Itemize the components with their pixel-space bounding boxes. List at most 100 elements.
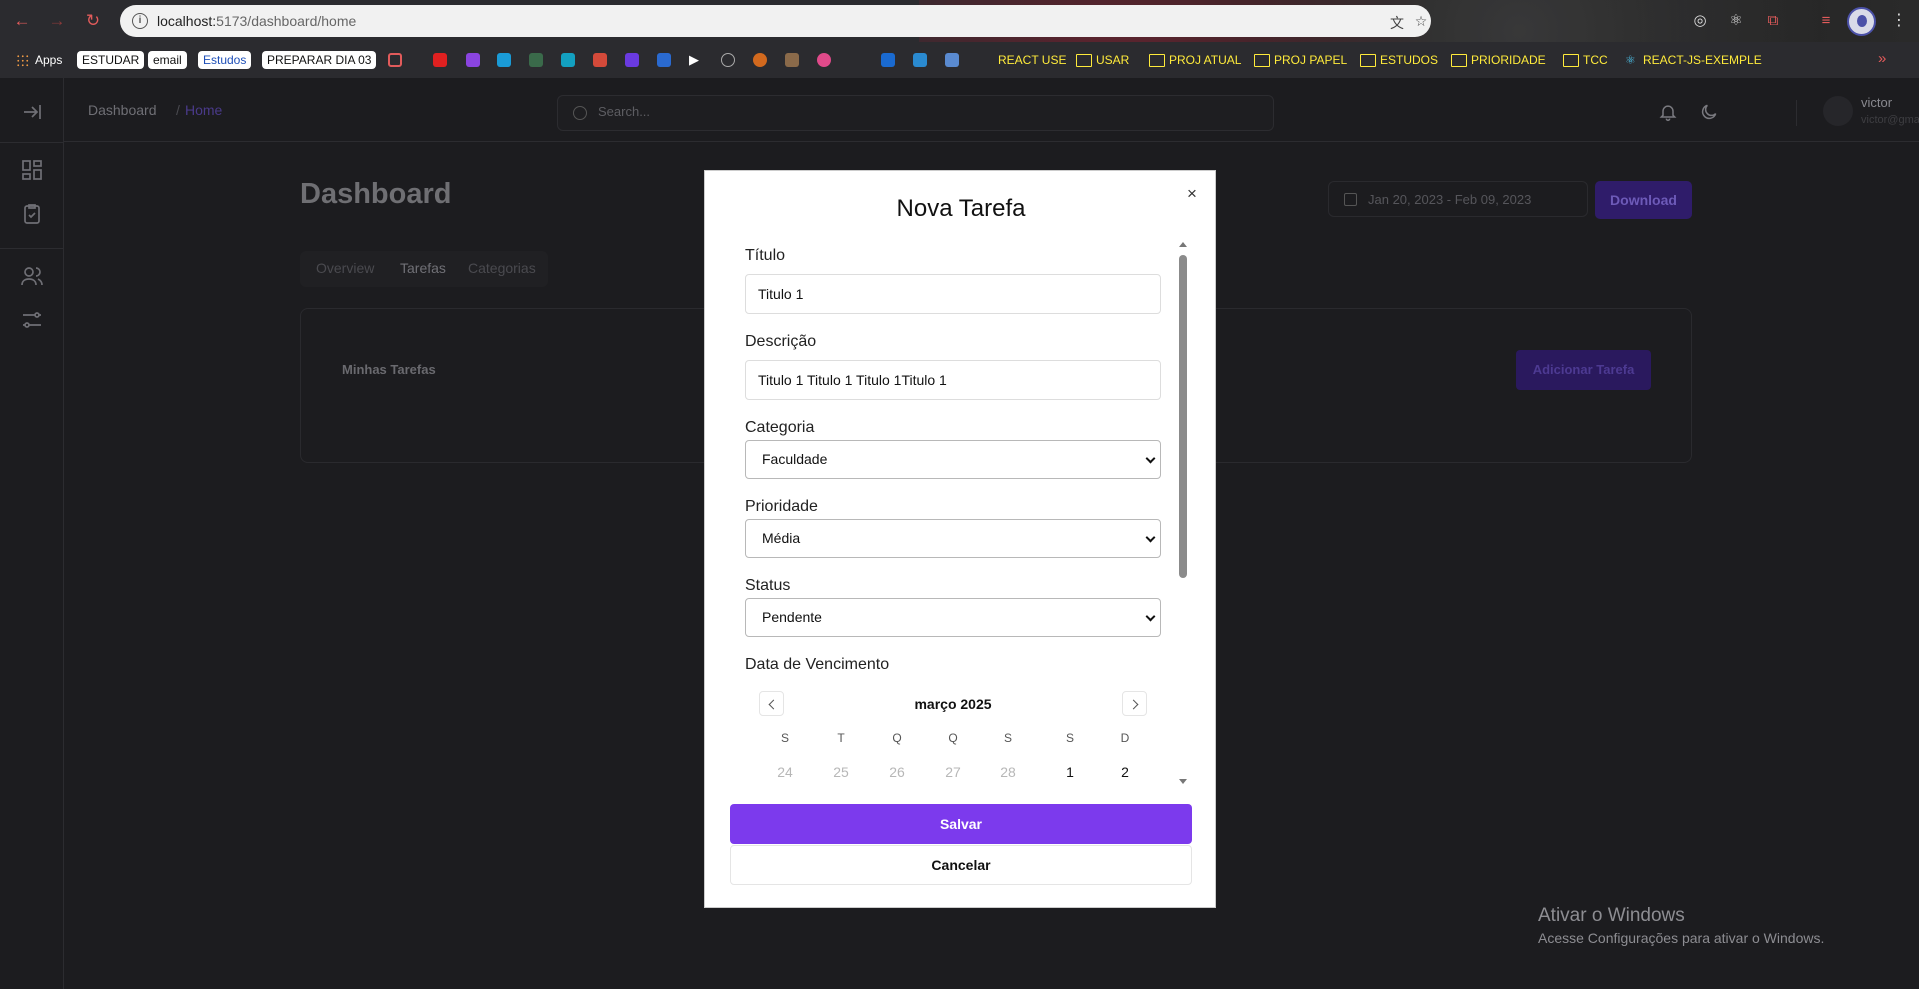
- tools-bookmark-icon[interactable]: [945, 53, 959, 67]
- save-button[interactable]: Salvar: [730, 804, 1192, 844]
- chart-bookmark-icon[interactable]: [657, 53, 671, 67]
- weekday: D: [1120, 731, 1130, 745]
- bookmark-folder-prioridade[interactable]: PRIORIDADE: [1451, 51, 1546, 69]
- descricao-input[interactable]: Titulo 1 Titulo 1 Titulo 1Titulo 1: [745, 360, 1161, 400]
- twitch-icon[interactable]: [466, 53, 480, 67]
- bookmark-folder-tcc[interactable]: TCC: [1563, 51, 1608, 69]
- search-box[interactable]: [557, 95, 1274, 131]
- weekday: S: [1003, 731, 1012, 745]
- bookmark-react-use[interactable]: REACT USE: [998, 51, 1066, 69]
- user-avatar[interactable]: [1823, 96, 1853, 126]
- search-input[interactable]: [598, 104, 1198, 119]
- close-icon[interactable]: ×: [1183, 185, 1201, 203]
- scroll-thumb[interactable]: [1179, 255, 1187, 578]
- tab-overview[interactable]: Overview: [316, 260, 374, 276]
- prioridade-select[interactable]: Média: [745, 519, 1161, 558]
- vencimento-label: Data de Vencimento: [745, 656, 890, 673]
- calendar-day[interactable]: 25: [829, 764, 853, 780]
- more-bookmarks-icon[interactable]: »: [1878, 50, 1886, 67]
- claude-icon[interactable]: [753, 53, 767, 67]
- calendar-day[interactable]: 24: [773, 764, 797, 780]
- weekday: Q: [948, 731, 958, 745]
- date-range-picker[interactable]: Jan 20, 2023 - Feb 09, 2023: [1328, 181, 1588, 217]
- breadcrumb-home[interactable]: Home: [185, 102, 222, 118]
- star-icon[interactable]: ☆: [1412, 13, 1430, 29]
- url-text[interactable]: localhost:5173/dashboard/home: [157, 13, 356, 29]
- v-bookmark-icon[interactable]: [881, 53, 895, 67]
- bell-icon[interactable]: [1658, 102, 1678, 122]
- react-icon: ⚛: [1625, 53, 1636, 67]
- back-icon[interactable]: ←: [12, 11, 32, 31]
- d-bookmark-icon[interactable]: [561, 53, 575, 67]
- l-bookmark-icon[interactable]: [497, 53, 511, 67]
- sidebar: [0, 78, 64, 989]
- calendar-day[interactable]: 2: [1113, 764, 1137, 780]
- site-info-icon[interactable]: i: [132, 13, 148, 29]
- react-devtools-icon[interactable]: ⚛: [1726, 11, 1746, 31]
- calendar-day[interactable]: 27: [941, 764, 965, 780]
- address-bar[interactable]: i localhost:5173/dashboard/home 文 ☆: [120, 5, 1431, 37]
- scroll-up-icon[interactable]: [1179, 242, 1187, 247]
- prioridade-label: Prioridade: [745, 498, 818, 515]
- dashboard-icon[interactable]: [20, 158, 44, 182]
- add-task-button[interactable]: Adicionar Tarefa: [1516, 350, 1651, 390]
- gmail-icon[interactable]: [593, 53, 607, 67]
- avatar-bookmark-icon[interactable]: [785, 53, 799, 67]
- openai-icon[interactable]: [721, 53, 735, 67]
- extensions-puzzle-icon[interactable]: ⧉: [1763, 11, 1783, 31]
- calendar-icon: [1344, 193, 1357, 206]
- cancel-button[interactable]: Cancelar: [730, 845, 1192, 885]
- collapse-sidebar-icon[interactable]: [20, 100, 44, 124]
- extension-target-icon[interactable]: ◎: [1690, 11, 1710, 31]
- download-button[interactable]: Download: [1595, 181, 1692, 219]
- modal-title: Nova Tarefa: [896, 195, 1026, 222]
- scroll-down-icon[interactable]: [1179, 779, 1187, 784]
- titulo-input[interactable]: Titulo 1: [745, 274, 1161, 314]
- bolt-bookmark-icon[interactable]: [625, 53, 639, 67]
- breadcrumb-separator: /: [176, 102, 180, 118]
- users-icon[interactable]: [20, 264, 44, 288]
- prioridade-value: Média: [762, 530, 801, 546]
- bookmark-email[interactable]: email: [148, 51, 187, 69]
- breadcrumb-dashboard[interactable]: Dashboard: [88, 102, 157, 118]
- bookmark-estudar[interactable]: ESTUDAR: [77, 51, 145, 69]
- calendar-day[interactable]: 28: [996, 764, 1020, 780]
- crest-bookmark-icon[interactable]: [529, 53, 543, 67]
- bookmark-apps[interactable]: Apps: [16, 51, 62, 69]
- bookmark-estudos-chip[interactable]: Estudos: [198, 51, 252, 69]
- categoria-select[interactable]: Faculdade: [745, 440, 1161, 479]
- tab-categorias[interactable]: Categorias: [468, 260, 536, 276]
- profile-avatar[interactable]: [1847, 7, 1876, 36]
- robot-bookmark-icon[interactable]: [913, 53, 927, 67]
- status-select[interactable]: Pendente: [745, 598, 1161, 637]
- calendar: março 2025 S T Q Q S S D 24 25 26 27 28 …: [745, 691, 1161, 787]
- modal-form: Título Titulo 1 Descrição Titulo 1 Titul…: [745, 239, 1201, 787]
- modal-scrollbar[interactable]: [1177, 239, 1189, 787]
- titulo-label: Título: [745, 247, 786, 264]
- weekday: Q: [892, 731, 902, 745]
- watermark-subtitle: Acesse Configurações para ativar o Windo…: [1538, 930, 1825, 946]
- youtube-icon[interactable]: [433, 53, 447, 67]
- clipboard-check-icon[interactable]: [20, 202, 44, 226]
- calendar-day[interactable]: 1: [1058, 764, 1082, 780]
- bookmark-folder-proj-papel[interactable]: PROJ PAPEL: [1254, 51, 1347, 69]
- play-icon[interactable]: ▶: [689, 53, 703, 67]
- bookmark-preparar[interactable]: PREPARAR DIA 03: [262, 51, 377, 69]
- calendar-next-icon[interactable]: [1122, 691, 1147, 716]
- grid-bookmark-icon[interactable]: [388, 53, 402, 67]
- calendar-day[interactable]: 26: [885, 764, 909, 780]
- translate-icon[interactable]: 文: [1388, 13, 1406, 31]
- bookmark-react-js[interactable]: ⚛ REACT-JS-EXEMPLE: [1625, 51, 1762, 69]
- reading-list-icon[interactable]: ≡: [1816, 11, 1836, 31]
- bookmark-folder-usar[interactable]: USAR: [1076, 51, 1129, 69]
- settings-sliders-icon[interactable]: [20, 308, 44, 332]
- dribbble-icon[interactable]: [817, 53, 831, 67]
- bookmark-folder-proj-atual[interactable]: PROJ ATUAL: [1149, 51, 1241, 69]
- user-name[interactable]: victor: [1861, 95, 1892, 110]
- forward-icon[interactable]: →: [47, 11, 67, 31]
- tab-tarefas[interactable]: Tarefas: [400, 260, 446, 276]
- browser-menu-icon[interactable]: ⋮: [1891, 10, 1907, 30]
- reload-icon[interactable]: ↻: [83, 11, 103, 31]
- moon-icon[interactable]: [1699, 102, 1719, 122]
- bookmark-folder-estudos[interactable]: ESTUDOS: [1360, 51, 1438, 69]
